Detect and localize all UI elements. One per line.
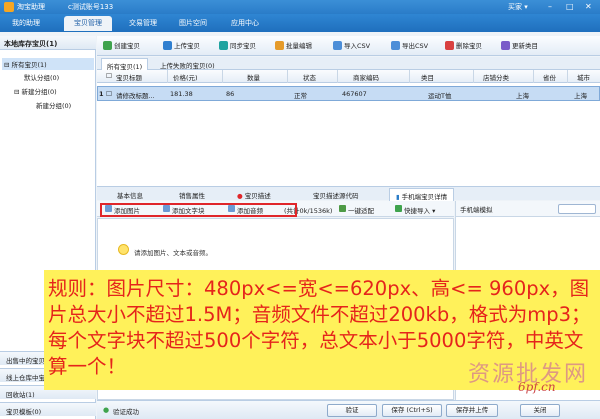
editor-hint: 请添加图片、文本或音频。 — [134, 249, 212, 257]
sync-item-button[interactable]: 同步宝贝 — [219, 40, 256, 52]
tab-item-description[interactable]: ● 宝贝描述 — [231, 188, 277, 201]
tab-my-assistant[interactable]: 我的助理 — [4, 16, 48, 31]
tab-sales-attributes[interactable]: 销售属性 — [173, 188, 211, 201]
tab-image-space[interactable]: 图片空间 — [168, 16, 218, 31]
zoom-icon[interactable] — [558, 204, 596, 214]
sidebar-item-templates[interactable]: 宝贝模板(0) — [0, 402, 96, 416]
detail-tabs: 基本信息 销售属性 ● 宝贝描述 宝贝描述源代码 ▮ 手机端宝贝详情 — [97, 186, 600, 201]
tab-item-management[interactable]: 宝贝管理 — [64, 16, 112, 31]
required-icon: ● — [237, 192, 243, 200]
tab-mobile-detail[interactable]: ▮ 手机端宝贝详情 — [389, 188, 455, 201]
cell-price[interactable]: 181.38 — [170, 90, 193, 98]
collapse-icon[interactable]: ⊟ — [4, 61, 12, 69]
col-qty[interactable]: 数量 — [247, 72, 260, 82]
adapt-icon — [339, 205, 346, 212]
tab-trade-management[interactable]: 交易管理 — [118, 16, 168, 31]
batch-edit-button[interactable]: 批量编辑 — [275, 40, 312, 52]
col-shop-category[interactable]: 店铺分类 — [483, 72, 509, 82]
row-index: 1 — [99, 90, 104, 98]
tab-basic-info[interactable]: 基本信息 — [111, 188, 149, 201]
cell-city[interactable]: 上海 — [574, 90, 587, 100]
col-title[interactable]: 宝贝标题 — [116, 72, 142, 82]
save-button[interactable]: 保存 (Ctrl+S) — [382, 404, 442, 417]
verify-button[interactable]: 验证 — [327, 404, 377, 417]
tree-new-group[interactable]: ⊟ 新建分组(0) — [14, 86, 57, 96]
tree-new-subgroup[interactable]: 新建分组(0) — [36, 100, 71, 110]
account-name[interactable]: c测试账号133 — [68, 2, 113, 12]
col-code[interactable]: 商家编码 — [353, 72, 379, 82]
update-category-button[interactable]: 更新类目 — [501, 40, 538, 52]
item-tabs: 所有宝贝(1) 上传失败的宝贝(0) — [97, 57, 600, 71]
minimize-icon[interactable]: – — [548, 2, 552, 11]
verify-status: 验证成功 — [113, 408, 139, 416]
lightbulb-icon — [118, 244, 129, 255]
delete-item-button[interactable]: 删除宝贝 — [445, 40, 482, 52]
export-csv-button[interactable]: 导出CSV — [391, 40, 428, 52]
save-upload-button[interactable]: 保存并上传 — [446, 404, 498, 417]
tree-label: 所有宝贝(1) — [11, 61, 47, 69]
cell-province[interactable]: 上海 — [516, 90, 529, 100]
buyer-menu[interactable]: 买家 ▾ — [508, 2, 528, 12]
chevron-down-icon: ▾ — [432, 207, 436, 215]
highlight-box — [100, 203, 297, 217]
col-province[interactable]: 省份 — [543, 72, 556, 82]
cell-code[interactable]: 467607 — [342, 90, 367, 98]
app-title: 淘宝助理 — [17, 3, 45, 11]
import-csv-button[interactable]: 导入CSV — [333, 40, 370, 52]
export-icon — [391, 41, 400, 50]
tree-default-group[interactable]: 默认分组(0) — [24, 72, 59, 82]
cell-title[interactable]: 请修改标题... — [116, 90, 155, 100]
cell-qty[interactable]: 86 — [226, 90, 234, 98]
tab-all-items[interactable]: 所有宝贝(1) — [101, 58, 149, 71]
row-checkbox[interactable]: ☐ — [106, 90, 112, 98]
maximize-icon[interactable]: □ — [566, 2, 574, 11]
tab-description-source[interactable]: 宝贝描述源代码 — [307, 188, 365, 201]
sync-icon — [219, 41, 228, 50]
tree-all-items[interactable]: ⊟ 所有宝贝(1) — [2, 58, 94, 70]
footer-bar: ● 验证成功 验证 保存 (Ctrl+S) 保存并上传 关闭 — [97, 400, 600, 419]
cell-status: 正常 — [294, 92, 307, 100]
collapse-icon[interactable]: ⊟ — [14, 88, 22, 96]
close-button[interactable]: 关闭 — [520, 404, 560, 417]
toolbar: 创建宝贝 上传宝贝 同步宝贝 批量编辑 导入CSV 导出CSV 删除宝贝 更新类… — [97, 36, 600, 56]
watermark-url: 6pf.cn — [518, 380, 556, 394]
mobile-icon: ▮ — [396, 193, 400, 201]
col-status[interactable]: 状态 — [303, 72, 316, 82]
taobao-logo-icon — [4, 2, 14, 12]
quick-import-button[interactable]: 快捷导入 ▾ — [395, 205, 435, 215]
title-bar: 淘宝助理 c测试账号133 买家 ▾ – □ ✕ — [0, 0, 600, 14]
table-row[interactable]: 1 ☐ 请修改标题... 181.38 86 正常 467607 运动T恤 上海… — [97, 86, 600, 101]
one-click-adapt-button[interactable]: 一键适配 — [339, 205, 374, 215]
col-city[interactable]: 城市 — [577, 72, 590, 82]
tab-app-center[interactable]: 应用中心 — [220, 16, 270, 31]
select-all-checkbox[interactable]: ☐ — [106, 72, 112, 80]
col-category[interactable]: 类目 — [421, 72, 434, 82]
delete-icon — [445, 41, 454, 50]
sidebar-header: 本地库存宝贝(1) — [0, 36, 96, 50]
cell-category[interactable]: 运动T恤 — [428, 90, 451, 100]
import-icon — [333, 41, 342, 50]
upload-item-button[interactable]: 上传宝贝 — [163, 40, 200, 52]
plus-icon — [103, 41, 112, 50]
main-tabs: 我的助理 宝贝管理 交易管理 图片空间 应用中心 — [0, 14, 600, 32]
edit-icon — [275, 41, 284, 50]
success-icon: ● — [103, 406, 110, 414]
upload-icon — [163, 41, 172, 50]
col-price[interactable]: 价格(元) — [173, 72, 198, 82]
create-item-button[interactable]: 创建宝贝 — [103, 40, 140, 52]
tab-upload-failed[interactable]: 上传失败的宝贝(0) — [155, 58, 220, 70]
refresh-icon — [501, 41, 510, 50]
item-grid: ☐ 宝贝标题 价格(元) 数量 状态 商家编码 类目 店铺分类 省份 城市 1 … — [97, 70, 600, 186]
grid-header: ☐ 宝贝标题 价格(元) 数量 状态 商家编码 类目 店铺分类 省份 城市 — [97, 70, 600, 83]
tree-label: 新建分组(0) — [21, 88, 57, 96]
import-icon — [395, 205, 402, 212]
close-icon[interactable]: ✕ — [585, 2, 592, 11]
